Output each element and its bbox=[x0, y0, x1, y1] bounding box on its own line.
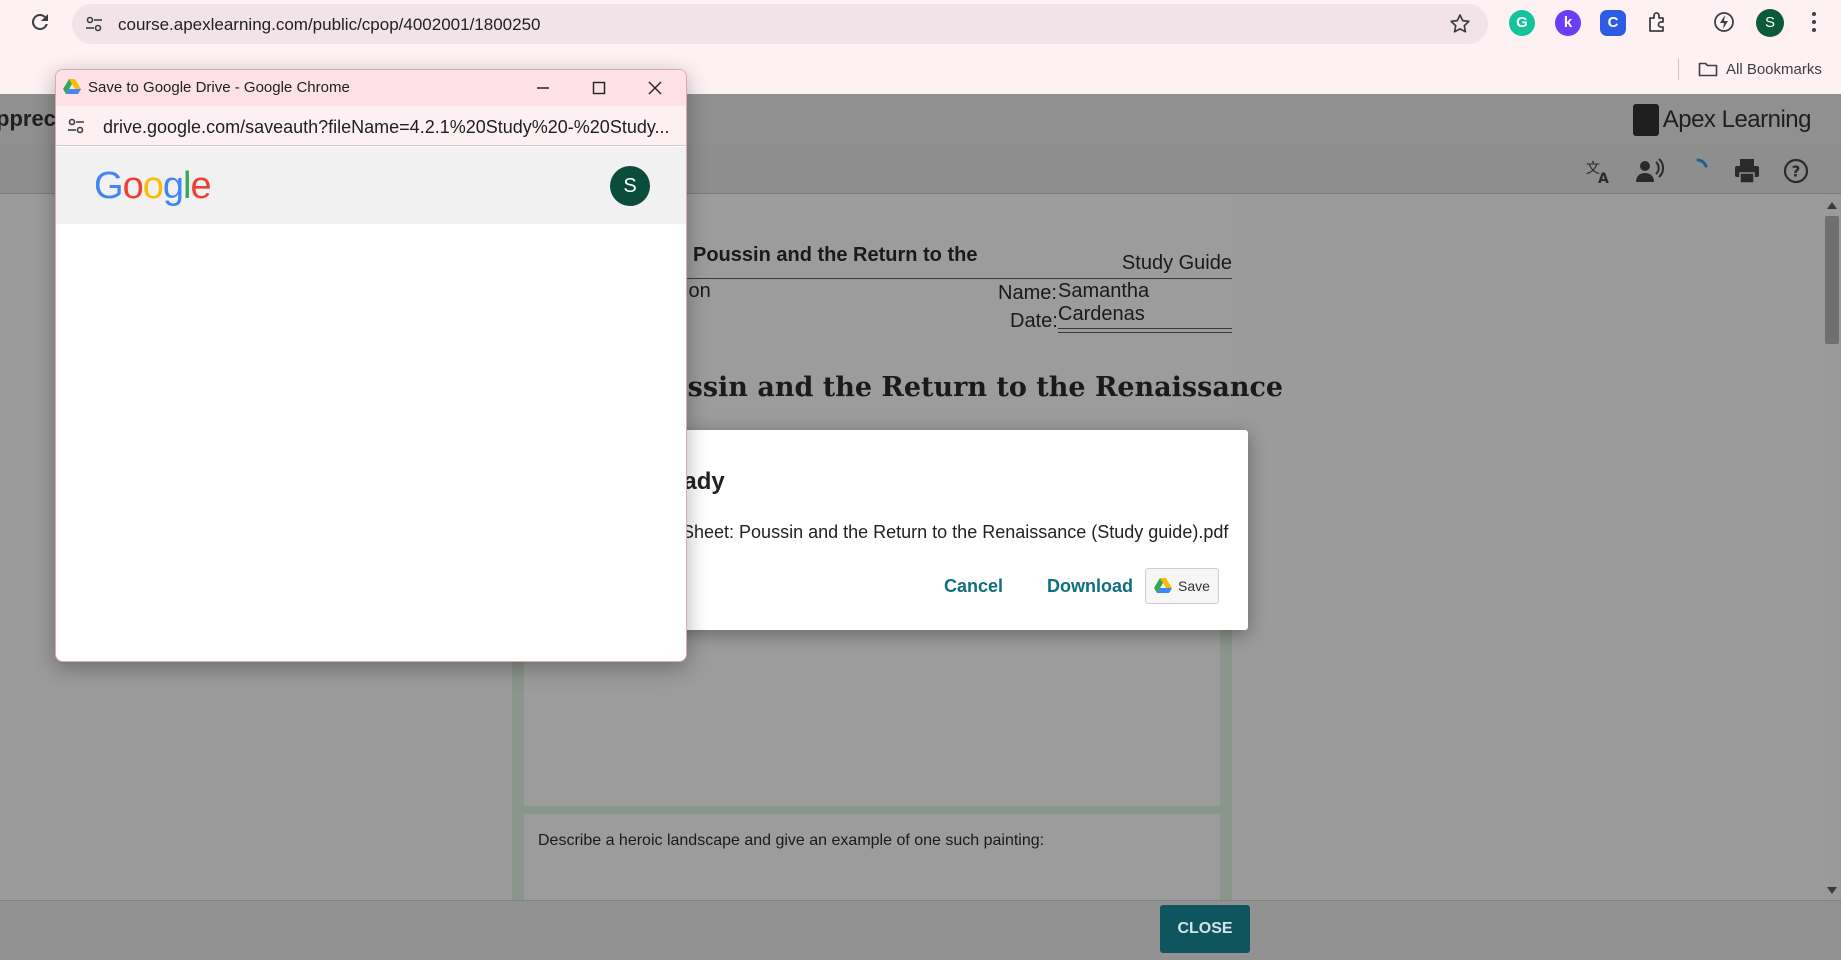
name-field[interactable]: Samantha Cardenas bbox=[1058, 280, 1232, 329]
date-label: Date: bbox=[1010, 310, 1058, 332]
date-field[interactable] bbox=[1058, 332, 1232, 333]
svg-text:A: A bbox=[1598, 171, 1609, 186]
bookmark-star-icon[interactable] bbox=[1448, 12, 1472, 36]
chrome-menu-icon[interactable] bbox=[1804, 9, 1824, 35]
google-logo-letter: G bbox=[94, 165, 124, 207]
google-logo: Google bbox=[94, 165, 212, 208]
google-logo-letter: g bbox=[162, 165, 184, 207]
popup-titlebar[interactable]: Save to Google Drive - Google Chrome bbox=[56, 70, 686, 106]
bookmarks-separator bbox=[1678, 58, 1679, 80]
apex-logo-text: Apex Learning bbox=[1662, 106, 1812, 133]
save-label: Save bbox=[1178, 578, 1210, 594]
close-window-icon[interactable] bbox=[643, 76, 667, 100]
scroll-down-icon[interactable] bbox=[1827, 887, 1837, 894]
name-label: Name: bbox=[998, 282, 1057, 304]
ready-file-name: y Sheet: Poussin and the Return to the R… bbox=[668, 522, 1229, 542]
address-url[interactable]: course.apexlearning.com/public/cpop/4002… bbox=[118, 15, 540, 35]
account-avatar[interactable]: S bbox=[610, 166, 650, 206]
folder-icon bbox=[1698, 62, 1718, 77]
google-logo-letter: o bbox=[122, 165, 144, 207]
popup-address-bar[interactable]: drive.google.com/saveauth?fileName=4.2.1… bbox=[56, 106, 686, 146]
c-extension-icon[interactable]: C bbox=[1600, 10, 1626, 36]
all-bookmarks-button[interactable]: All Bookmarks bbox=[1698, 58, 1822, 80]
k-extension-icon[interactable]: k bbox=[1555, 10, 1581, 36]
site-settings-icon[interactable] bbox=[84, 14, 104, 34]
popup-url: drive.google.com/saveauth?fileName=4.2.1… bbox=[103, 117, 670, 137]
address-bar[interactable]: course.apexlearning.com/public/cpop/4002… bbox=[72, 4, 1488, 44]
doc-kind: Study Guide bbox=[1121, 252, 1232, 274]
doc-rule bbox=[682, 278, 1232, 279]
performance-icon[interactable] bbox=[1711, 9, 1737, 35]
maximize-icon[interactable] bbox=[587, 76, 611, 100]
scrollbar-thumb[interactable] bbox=[1825, 216, 1839, 344]
extensions-puzzle-icon[interactable] bbox=[1644, 9, 1670, 35]
apex-logo: Apex Learning bbox=[1632, 104, 1812, 136]
profile-avatar[interactable]: S bbox=[1756, 9, 1784, 37]
svg-text:?: ? bbox=[1792, 163, 1801, 181]
minimize-icon[interactable] bbox=[531, 76, 555, 100]
download-button[interactable]: Download bbox=[1047, 576, 1133, 597]
grammarly-extension-icon[interactable]: G bbox=[1509, 10, 1535, 36]
scroll-up-icon[interactable] bbox=[1827, 202, 1837, 209]
close-button[interactable]: CLOSE bbox=[1160, 905, 1250, 953]
google-header: Google S bbox=[56, 147, 686, 224]
cancel-button[interactable]: Cancel bbox=[944, 576, 1003, 597]
loading-spinner-icon bbox=[1696, 158, 1708, 168]
read-aloud-icon[interactable] bbox=[1634, 156, 1664, 186]
lesson-title: ussin and the Return to the Renaissance bbox=[668, 372, 1284, 403]
print-icon[interactable] bbox=[1732, 156, 1762, 186]
doc-section: ion bbox=[684, 280, 711, 302]
course-title: ppreci bbox=[0, 106, 63, 131]
save-to-drive-window: Save to Google Drive - Google Chrome dri… bbox=[55, 69, 687, 662]
doc-heading: Poussin and the Return to the bbox=[693, 244, 978, 266]
question-prompt: Describe a heroic landscape and give an … bbox=[538, 832, 1045, 849]
ready-dialog: eady y Sheet: Poussin and the Return to … bbox=[640, 430, 1248, 630]
google-logo-letter: o bbox=[142, 165, 164, 207]
reload-icon[interactable] bbox=[28, 10, 52, 34]
apex-logo-icon bbox=[1632, 104, 1659, 136]
popup-window-title: Save to Google Drive - Google Chrome bbox=[88, 79, 350, 96]
site-settings-icon[interactable] bbox=[66, 116, 86, 136]
apex-footer: CLOSE bbox=[0, 900, 1841, 960]
google-logo-letter: e bbox=[190, 165, 211, 207]
all-bookmarks-label: All Bookmarks bbox=[1726, 60, 1822, 78]
popup-content bbox=[56, 224, 686, 661]
google-drive-icon bbox=[63, 79, 81, 94]
question-box[interactable]: Describe a heroic landscape and give an … bbox=[524, 814, 1220, 904]
translate-icon[interactable]: 文A bbox=[1584, 156, 1614, 186]
save-to-drive-button[interactable]: Save bbox=[1145, 568, 1219, 604]
answer-frame: Describe a heroic landscape and give an … bbox=[512, 630, 1232, 904]
help-icon[interactable]: ? bbox=[1781, 156, 1811, 186]
google-drive-icon bbox=[1154, 578, 1173, 593]
